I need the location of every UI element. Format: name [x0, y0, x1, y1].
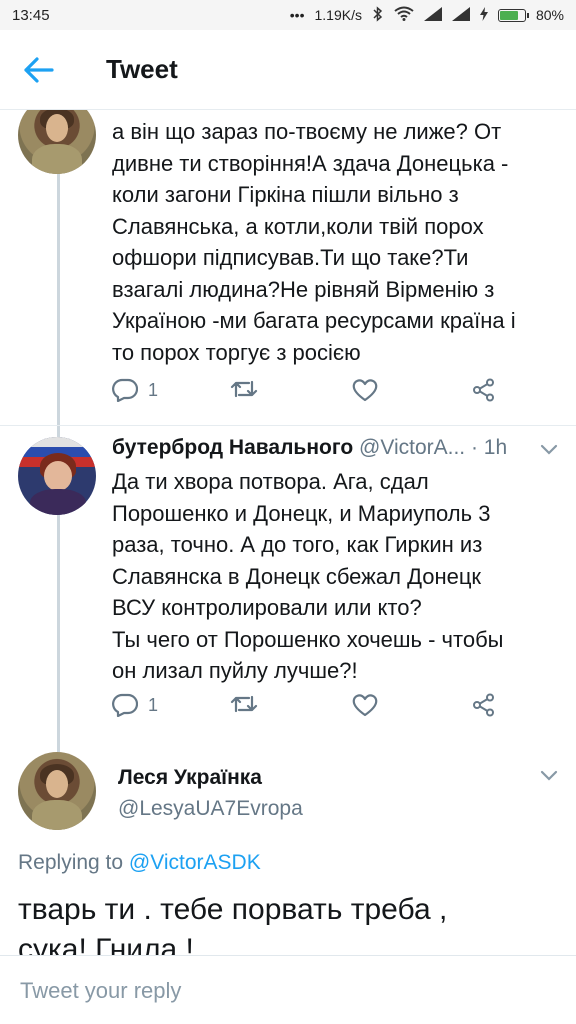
share-button[interactable]: [472, 378, 496, 402]
reply-composer: [0, 955, 576, 1024]
battery-percent: 80%: [535, 7, 564, 23]
heart-icon: [352, 694, 378, 717]
retweet-button[interactable]: [230, 378, 258, 400]
retweet-icon: [230, 695, 258, 713]
wifi-icon: [394, 6, 414, 24]
avatar[interactable]: [18, 437, 96, 515]
avatar[interactable]: [18, 110, 96, 174]
tweet-author-line: бутерброд Навального @VictorA... · 1h: [112, 436, 507, 460]
reply-icon: [112, 378, 138, 402]
author-name[interactable]: бутерброд Навального: [112, 436, 353, 459]
avatar[interactable]: [18, 752, 96, 830]
arrow-left-icon: [24, 56, 54, 83]
share-button[interactable]: [472, 693, 496, 717]
replying-to: Replying to @VictorASDK: [18, 851, 261, 875]
author-name[interactable]: Леся Українка: [118, 766, 262, 790]
reply-button[interactable]: 1: [112, 693, 158, 717]
status-dots: •••: [289, 7, 305, 23]
chevron-down-icon[interactable]: [540, 770, 558, 782]
author-handle[interactable]: @LesyaUA7Evropa: [118, 797, 303, 821]
tweet-thread: а він що зараз по-твоєму не лиже? От див…: [0, 110, 576, 955]
share-icon: [473, 378, 494, 402]
share-icon: [473, 693, 494, 717]
thread-line: [57, 172, 60, 440]
network-speed: 1.19K/s: [314, 7, 362, 23]
tweet-text: а він що зараз по-твоєму не лиже? От див…: [112, 119, 516, 365]
signal-icon-2: [451, 6, 470, 24]
like-button[interactable]: [352, 378, 378, 402]
like-button[interactable]: [352, 693, 378, 717]
status-time: 13:45: [12, 6, 50, 24]
reply-button[interactable]: 1: [112, 378, 158, 402]
replying-to-link[interactable]: @VictorASDK: [129, 851, 261, 874]
status-icons: ••• 1.19K/s 80%: [289, 5, 564, 25]
thread-line: [57, 488, 60, 752]
replying-prefix: Replying to: [18, 851, 124, 874]
status-bar: 13:45 ••• 1.19K/s 80%: [0, 0, 576, 30]
reply-input[interactable]: [18, 970, 562, 1012]
heart-icon: [352, 379, 378, 402]
back-button[interactable]: [24, 56, 84, 83]
app-header: Tweet: [0, 30, 576, 110]
chevron-down-icon[interactable]: [540, 444, 558, 456]
reply-count: 1: [148, 694, 159, 715]
reply-count: 1: [148, 379, 159, 400]
battery-fill: [499, 10, 519, 20]
divider: [0, 425, 576, 426]
bluetooth-icon: [372, 5, 384, 25]
tweet-time: · 1h: [470, 436, 508, 459]
tweet-text: Да ти хвора потвора. Ага, сдал Порошенко…: [112, 469, 504, 683]
retweet-button[interactable]: [230, 693, 258, 715]
tweet-text: тварь ти . тебе порвать треба , сука! Гн…: [18, 893, 448, 955]
retweet-icon: [230, 380, 258, 398]
author-handle[interactable]: @VictorA...: [359, 436, 465, 459]
page-title: Tweet: [106, 54, 178, 84]
reply-icon: [112, 693, 138, 717]
charging-icon: [479, 6, 488, 24]
battery-icon: [497, 8, 529, 22]
signal-icon: [423, 6, 442, 24]
